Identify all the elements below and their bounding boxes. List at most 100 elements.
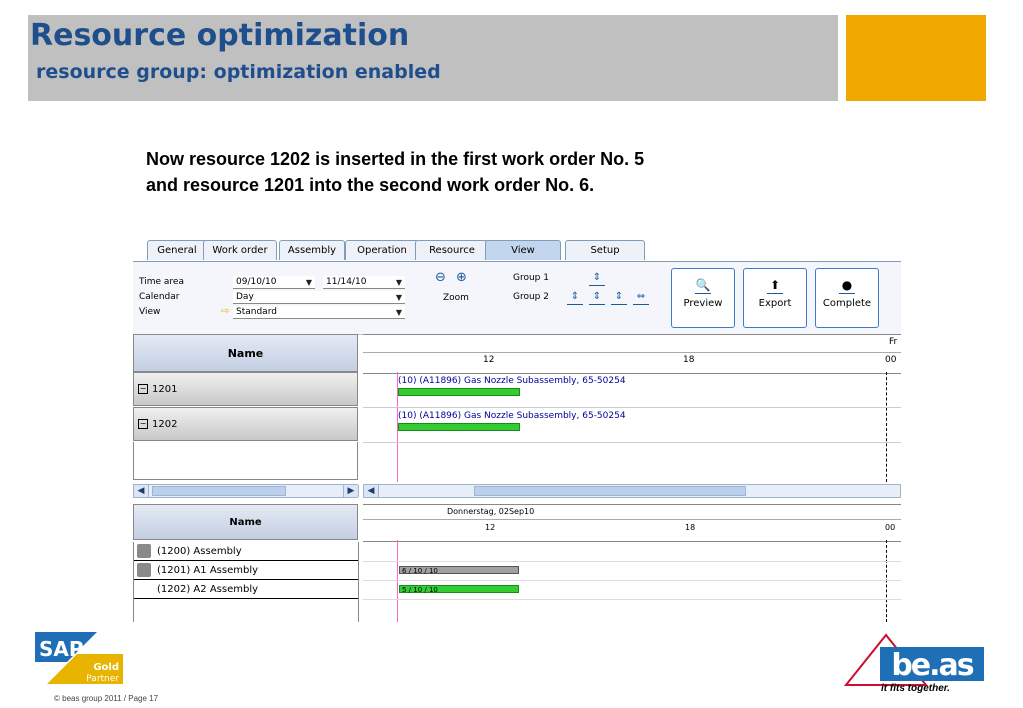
task-bar-1202[interactable] xyxy=(398,423,520,431)
grid-line xyxy=(358,542,359,622)
day-marker: Fr xyxy=(889,337,898,347)
zoom-out-icon[interactable]: ⊖ xyxy=(435,270,446,285)
collapse-icon[interactable]: − xyxy=(138,419,148,429)
zoom-label: Zoom xyxy=(443,293,469,303)
tab-operation[interactable]: Operation xyxy=(345,240,419,260)
tick-18: 18 xyxy=(685,523,696,532)
axis-line xyxy=(363,519,901,520)
tab-setup[interactable]: Setup xyxy=(565,240,645,260)
assembly-name: (1200) Assembly xyxy=(157,546,242,557)
export-label: Export xyxy=(758,298,792,309)
current-time-line xyxy=(397,540,398,622)
task-label-1202: (10) (A11896) Gas Nozzle Subassembly, 65… xyxy=(398,411,626,421)
name-column-scrollbar[interactable]: ◀ ▶ xyxy=(133,484,359,498)
database-icon xyxy=(137,563,151,577)
tick-18: 18 xyxy=(683,355,695,365)
time-to-select[interactable]: 11/14/10 ▼ xyxy=(323,276,405,289)
time-area-label: Time area xyxy=(139,277,184,287)
name-column-header[interactable]: Name xyxy=(133,334,358,372)
fit-height-icon[interactable]: ⇕ xyxy=(611,290,627,305)
expand-icon[interactable]: ⇕ xyxy=(567,290,583,305)
day-boundary-line xyxy=(886,540,887,622)
row-divider xyxy=(363,599,901,600)
assembly-row-1200[interactable]: (1200) Assembly xyxy=(133,542,358,561)
slide-subtitle: resource group: optimization enabled xyxy=(36,61,441,83)
zoom-controls: ⊖ ⊕ xyxy=(435,270,467,285)
slide-title: Resource optimization xyxy=(30,18,410,53)
assembly-gantt: Name Donnerstag, 02Sep10 12 18 00 (1200)… xyxy=(133,504,901,622)
description-line-2: and resource 1201 into the second work o… xyxy=(146,175,595,195)
day-boundary-line xyxy=(886,372,887,482)
tick-12: 12 xyxy=(483,355,495,365)
complete-button[interactable]: ● Complete xyxy=(815,268,879,328)
date-label: Donnerstag, 02Sep10 xyxy=(447,507,535,516)
sap-badge-line1: Gold xyxy=(93,662,119,673)
resource-row-1202[interactable]: −1202 xyxy=(133,407,358,441)
scroll-left-icon[interactable]: ◀ xyxy=(364,485,379,497)
export-icon: ⬆ xyxy=(767,277,783,294)
sap-gold-partner-logo: SAP Gold Partner xyxy=(35,632,125,684)
collapse-icon[interactable]: − xyxy=(138,384,148,394)
axis-line xyxy=(363,352,901,353)
row-divider xyxy=(363,442,901,443)
assembly-name-header[interactable]: Name xyxy=(133,504,358,540)
chevron-down-icon: ▼ xyxy=(395,308,402,317)
tab-resource[interactable]: Resource xyxy=(415,240,489,260)
database-icon xyxy=(137,544,151,558)
task-bar-1201[interactable] xyxy=(398,388,520,396)
grid-line xyxy=(133,542,134,622)
resource-gantt: Name 12 18 00 Fr −1201 −1202 (10) (A1189… xyxy=(133,334,901,484)
time-from-select[interactable]: 09/10/10 ▼ xyxy=(233,276,315,289)
group1-label: Group 1 xyxy=(513,273,549,283)
task-label-1201: (10) (A11896) Gas Nozzle Subassembly, 65… xyxy=(398,376,626,386)
empty-row xyxy=(133,442,358,480)
tick-12: 12 xyxy=(485,523,496,532)
view-select[interactable]: Standard ▼ xyxy=(233,306,405,319)
complete-label: Complete xyxy=(822,298,872,309)
chevron-down-icon: ▼ xyxy=(395,278,402,287)
assembly-time-axis: Donnerstag, 02Sep10 12 18 00 xyxy=(363,504,901,542)
fit-width-icon[interactable]: ⇔ xyxy=(633,290,649,305)
group1-toggle-icon[interactable]: ⇕ xyxy=(589,271,605,286)
time-to-value: 11/14/10 xyxy=(326,277,367,287)
chevron-down-icon: ▼ xyxy=(395,293,402,302)
description-line-1: Now resource 1202 is inserted in the fir… xyxy=(146,149,645,169)
row-divider xyxy=(363,407,901,408)
arrow-right-icon: ⇨ xyxy=(221,306,230,317)
view-label: View xyxy=(139,307,161,317)
row-divider xyxy=(363,561,901,562)
scroll-left-icon[interactable]: ◀ xyxy=(134,485,149,497)
timeline-scrollbar[interactable]: ◀ xyxy=(363,484,901,498)
calendar-label: Calendar xyxy=(139,292,180,302)
tick-00: 00 xyxy=(885,355,897,365)
scroll-thumb[interactable] xyxy=(474,486,746,496)
chevron-down-icon: ▼ xyxy=(305,278,312,287)
globe-icon: ● xyxy=(839,277,855,294)
assembly-row-1201[interactable]: (1201) A1 Assembly xyxy=(133,561,358,580)
preview-button[interactable]: 🔍 Preview xyxy=(671,268,735,328)
planning-app: General Work order Assembly Operation Re… xyxy=(133,240,901,622)
resource-row-1201[interactable]: −1201 xyxy=(133,372,358,406)
scroll-thumb[interactable] xyxy=(152,486,286,496)
tab-work-order[interactable]: Work order xyxy=(203,240,277,260)
export-button[interactable]: ⬆ Export xyxy=(743,268,807,328)
scroll-right-icon[interactable]: ▶ xyxy=(343,485,359,497)
zoom-in-icon[interactable]: ⊕ xyxy=(456,270,467,285)
assembly-bar-1202[interactable]: 5 / 10 / 10 xyxy=(399,585,519,594)
description: Now resource 1202 is inserted in the fir… xyxy=(146,146,644,198)
resource-name: 1201 xyxy=(152,384,178,395)
tab-bar: General Work order Assembly Operation Re… xyxy=(133,240,901,262)
assembly-bar-1201[interactable]: 6 / 10 / 10 xyxy=(399,566,519,575)
sap-badge-line2: Partner xyxy=(86,674,119,684)
row-divider xyxy=(363,580,901,581)
view-toolbar: Time area 09/10/10 ▼ 11/14/10 ▼ Calendar… xyxy=(133,261,901,335)
tab-assembly[interactable]: Assembly xyxy=(279,240,345,260)
tab-general[interactable]: General xyxy=(147,240,207,260)
header-accent-block xyxy=(846,15,986,101)
assembly-row-1202[interactable]: (1202) A2 Assembly xyxy=(133,580,358,599)
group2-label: Group 2 xyxy=(513,292,549,302)
tab-view[interactable]: View xyxy=(485,240,561,260)
beas-tagline: it fits together. xyxy=(881,683,950,694)
calendar-select[interactable]: Day ▼ xyxy=(233,291,405,304)
group2-toggle-icon[interactable]: ⇕ xyxy=(589,290,605,305)
